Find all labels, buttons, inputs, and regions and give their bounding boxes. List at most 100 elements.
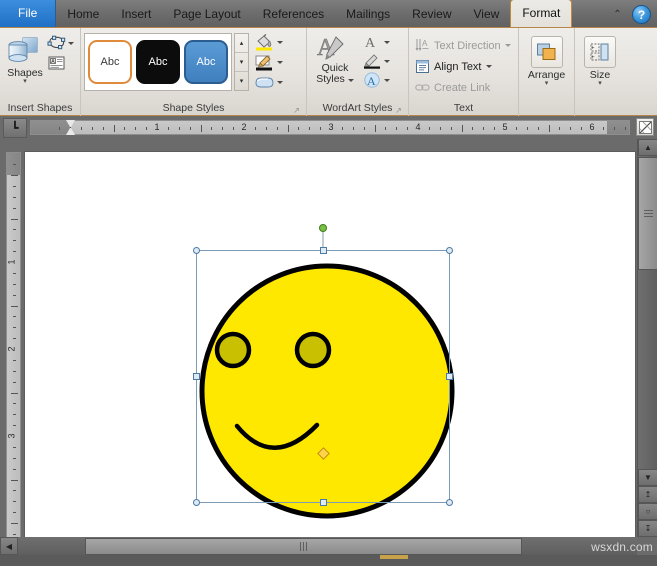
wordart-styles-dialog-launcher[interactable]: ↗ [394, 106, 403, 115]
shape-fill-button[interactable] [254, 34, 283, 51]
selection-handle-top-left[interactable] [193, 247, 200, 254]
text-effects-dropdown-icon[interactable] [384, 79, 390, 82]
tab-review[interactable]: Review [401, 1, 462, 27]
shape-styles-gallery[interactable]: Abc Abc Abc [84, 33, 232, 91]
horizontal-scroll-thumb[interactable] [85, 538, 522, 555]
edit-shape-button[interactable] [47, 35, 74, 51]
shape-style-thumb-2[interactable]: Abc [136, 40, 180, 84]
text-direction-button[interactable]: A Text Direction [415, 35, 511, 56]
vruler-tick [13, 501, 16, 502]
svg-text:A: A [367, 74, 376, 88]
shape-styles-dialog-launcher[interactable]: ↗ [292, 106, 301, 115]
tab-references-label: References [263, 7, 324, 21]
arrange-icon [536, 42, 558, 62]
help-icon[interactable]: ? [632, 5, 651, 24]
tab-stop-selector[interactable]: ┗ [3, 118, 27, 138]
ruler-tick [527, 127, 528, 130]
scroll-down-button[interactable]: ▼ [638, 469, 657, 486]
collapse-ribbon-icon[interactable]: ⌃ [609, 6, 626, 23]
tab-format[interactable]: Format [510, 0, 572, 27]
shapes-button[interactable]: Shapes ▾ [3, 31, 47, 85]
size-dropdown-icon[interactable]: ▾ [598, 81, 602, 87]
document-area[interactable] [22, 139, 637, 551]
ruler-tick [614, 127, 615, 130]
text-outline-dropdown-icon[interactable] [384, 60, 390, 63]
tab-view[interactable]: View [463, 1, 511, 27]
vertical-ruler[interactable]: 123 [6, 152, 21, 545]
vertical-scroll-thumb[interactable] [638, 157, 657, 270]
align-text-button[interactable]: Align Text [415, 56, 492, 77]
text-effects-button[interactable]: A [363, 72, 390, 88]
insert-shapes-mini-buttons: A [47, 31, 74, 71]
ribbon-group-shape-styles: Abc Abc Abc ▴ ▾ ▾ [81, 28, 307, 116]
shape-style-thumb-3[interactable]: Abc [184, 40, 228, 84]
shapes-dropdown-icon[interactable]: ▾ [23, 79, 27, 85]
select-browse-object-button[interactable]: ○ [638, 503, 657, 520]
group-label-size [578, 101, 622, 116]
svg-text:A: A [422, 39, 428, 48]
arrange-button[interactable]: Arrange ▾ [522, 31, 571, 87]
rotation-handle[interactable] [319, 224, 327, 232]
shape-style-thumb-1[interactable]: Abc [88, 40, 132, 84]
align-text-dropdown-icon[interactable] [486, 65, 492, 68]
wordart-quick-styles-button[interactable]: A Quick Styles [310, 31, 360, 85]
text-fill-icon: A [363, 34, 382, 50]
ruler-toggle-glyph [639, 121, 652, 134]
ruler-number-5: 5 [502, 122, 507, 132]
ruler-tick [298, 127, 299, 130]
create-link-button[interactable]: Create Link [415, 77, 490, 98]
selection-handle-bottom-left[interactable] [193, 499, 200, 506]
ruler-tick [494, 127, 495, 130]
wordart-quick-styles-dropdown-icon[interactable] [348, 79, 354, 82]
gallery-more-button[interactable]: ▾ [235, 72, 248, 90]
next-page-button[interactable]: ↧ [638, 520, 657, 537]
draw-text-box-button[interactable]: A [47, 55, 74, 71]
size-button[interactable]: + + Size ▾ [578, 31, 622, 87]
ruler-toggle-icon[interactable] [636, 118, 654, 136]
text-fill-button[interactable]: A [363, 34, 390, 50]
first-line-indent-marker[interactable] [66, 120, 75, 127]
horizontal-scrollbar[interactable]: ◀ [0, 537, 637, 555]
ruler-left-margin[interactable] [31, 121, 70, 134]
text-outline-button[interactable] [363, 53, 390, 69]
tab-insert[interactable]: Insert [110, 1, 162, 27]
vruler-tick [13, 425, 16, 426]
edit-shape-dropdown-icon[interactable] [68, 42, 74, 45]
ruler-tick [364, 127, 365, 130]
vertical-scrollbar[interactable]: ▲ ▼ ↥ ○ ↧ [637, 139, 657, 537]
wordart-quick-styles-label-2: Styles [316, 73, 345, 85]
horizontal-ruler[interactable]: 123456 [30, 120, 630, 135]
tab-home[interactable]: Home [56, 1, 110, 27]
vruler-tick [11, 480, 18, 481]
scroll-left-button[interactable]: ◀ [0, 537, 18, 555]
shape-effects-dropdown-icon[interactable] [277, 81, 283, 84]
selection-handle-bottom-center[interactable] [320, 499, 327, 506]
ruler-right-margin[interactable] [607, 121, 629, 134]
selection-handle-middle-left[interactable] [193, 373, 200, 380]
ruler-tick [211, 127, 212, 130]
tab-references[interactable]: References [252, 1, 335, 27]
shape-outline-dropdown-icon[interactable] [277, 61, 283, 64]
selection-handle-top-right[interactable] [446, 247, 453, 254]
tab-file[interactable]: File [0, 0, 56, 27]
text-direction-dropdown-icon[interactable] [505, 44, 511, 47]
shape-outline-button[interactable] [254, 54, 283, 71]
arrange-dropdown-icon[interactable]: ▾ [545, 81, 549, 87]
previous-page-button[interactable]: ↥ [638, 486, 657, 503]
tab-mailings[interactable]: Mailings [335, 1, 401, 27]
shape-outline-icon [254, 54, 275, 71]
ruler-tick [375, 125, 376, 132]
scroll-up-button[interactable]: ▲ [638, 139, 657, 156]
tab-page-layout[interactable]: Page Layout [162, 1, 251, 27]
gallery-scroll-down-button[interactable]: ▾ [235, 53, 248, 72]
gallery-scroll-up-button[interactable]: ▴ [235, 34, 248, 53]
hanging-indent-marker[interactable] [66, 128, 75, 135]
shape-effects-button[interactable] [254, 74, 283, 91]
ruler-number-3: 3 [328, 122, 333, 132]
selection-handle-top-center[interactable] [320, 247, 327, 254]
selection-handle-middle-right[interactable] [446, 373, 453, 380]
selection-handle-bottom-right[interactable] [446, 499, 453, 506]
shape-adjustment-handle[interactable] [317, 447, 330, 460]
text-fill-dropdown-icon[interactable] [384, 41, 390, 44]
shape-fill-dropdown-icon[interactable] [277, 41, 283, 44]
